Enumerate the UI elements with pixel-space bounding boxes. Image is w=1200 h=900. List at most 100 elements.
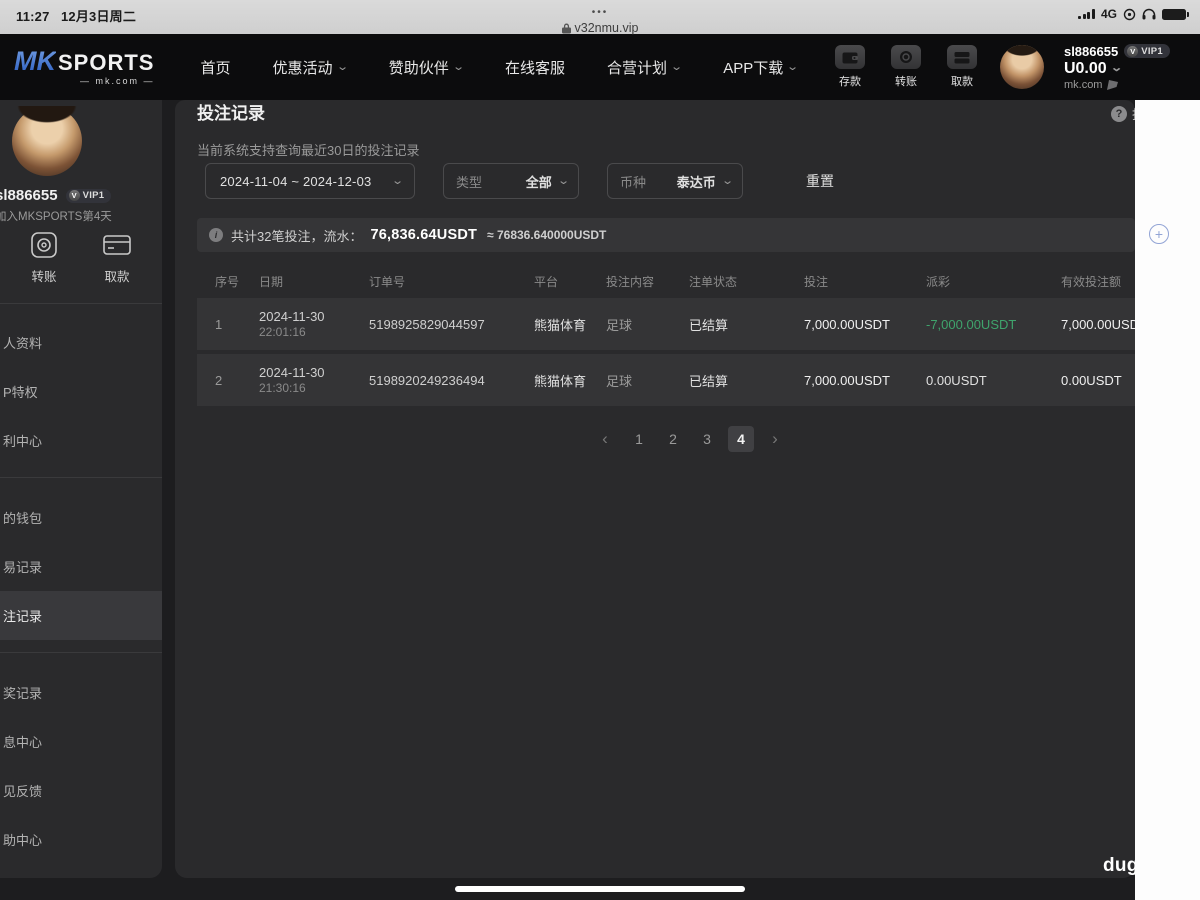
account-sidebar: sl886655 V VIP1 加入MKSPORTS第4天 转账 取款 人资料 … bbox=[0, 100, 162, 878]
next-page-icon[interactable]: › bbox=[762, 426, 788, 452]
vip-v-icon: V bbox=[68, 190, 80, 201]
transfer-button[interactable]: 转账 bbox=[888, 45, 924, 89]
add-circle-icon[interactable]: + bbox=[1149, 224, 1169, 244]
nav-app-download[interactable]: APP下载 ⌄ bbox=[723, 57, 799, 78]
date-cell: 2024-11-30 21:30:16 bbox=[259, 365, 325, 395]
sidebar-item-feedback[interactable]: 见反馈 bbox=[0, 766, 162, 815]
table-row[interactable]: 1 2024-11-30 22:01:16 5198925829044597 熊… bbox=[197, 298, 1135, 350]
bet-content-cell: 足球 bbox=[606, 317, 633, 333]
watermark-text: dug bbox=[1103, 855, 1139, 876]
ios-status-bar: 11:27 12月3日周二 ••• v32nmu.vip 4G bbox=[0, 0, 1200, 35]
main-nav: 首页 优惠活动 ⌄ 赞助伙伴 ⌄ 在线客服 合营计划 ⌄ APP下载 ⌄ bbox=[200, 57, 799, 78]
chevron-down-icon: ⌄ bbox=[390, 174, 404, 187]
balance-dropdown[interactable]: U0.00 ⌄ bbox=[1064, 60, 1170, 78]
address-bar[interactable]: v32nmu.vip bbox=[0, 21, 1200, 35]
sidebar-vip-badge[interactable]: V VIP1 bbox=[65, 188, 112, 203]
sidebar-menu: 人资料 P特权 利中心 的钱包 易记录 注记录 奖记录 息中心 见反馈 助中心 bbox=[0, 318, 162, 864]
network-label: 4G bbox=[1100, 7, 1117, 21]
payout-cell: 0.00USDT bbox=[926, 372, 987, 388]
currency-select[interactable]: 币种 泰达币 ⌄ bbox=[607, 163, 743, 199]
joined-days-label: 加入MKSPORTS第4天 bbox=[0, 211, 112, 223]
site-logo[interactable]: MK SPORTS — mk.com — bbox=[14, 48, 154, 86]
question-icon: ? bbox=[1111, 105, 1127, 122]
table-row[interactable]: 2 2024-11-30 21:30:16 5198920249236494 熊… bbox=[197, 354, 1135, 406]
info-icon: i bbox=[209, 228, 223, 242]
signal-icon bbox=[1078, 9, 1095, 19]
sidebar-item-wallet[interactable]: 的钱包 bbox=[0, 493, 162, 542]
page-title: 投注记录 bbox=[197, 104, 265, 123]
sidebar-withdraw-button[interactable]: 取款 bbox=[103, 232, 131, 285]
valid-bet-cell: 7,000.00USDT bbox=[1061, 316, 1135, 332]
browser-white-margin: + bbox=[1135, 100, 1200, 900]
sidebar-transfer-button[interactable]: 转账 bbox=[31, 232, 57, 285]
summary-bar: i 共计32笔投注，流水： 76,836.64USDT ≈ 76836.6400… bbox=[197, 218, 1135, 252]
nav-home[interactable]: 首页 bbox=[200, 57, 230, 78]
reset-button[interactable]: 重置 bbox=[806, 171, 834, 191]
url-text: v32nmu.vip bbox=[574, 21, 639, 35]
site-domain-label: mk.com bbox=[1063, 78, 1103, 91]
sidebar-username: sl886655 bbox=[0, 187, 58, 204]
order-no-cell: 5198925829044597 bbox=[369, 316, 485, 332]
username: sl886655 bbox=[1063, 43, 1119, 59]
page-button[interactable]: 3 bbox=[694, 426, 720, 452]
nav-promotions[interactable]: 优惠活动 ⌄ bbox=[272, 57, 349, 78]
type-select[interactable]: 类型 全部 ⌄ bbox=[443, 163, 579, 199]
query-range-note: 当前系统支持查询最近30日的投注记录 bbox=[197, 143, 420, 158]
valid-bet-cell: 0.00USDT bbox=[1061, 372, 1122, 388]
bet-content-cell: 足球 bbox=[606, 373, 633, 389]
headphones-icon bbox=[1142, 8, 1156, 20]
sidebar-item-profile[interactable]: 人资料 bbox=[0, 318, 162, 367]
sidebar-avatar[interactable] bbox=[12, 106, 82, 176]
flag-icon bbox=[1107, 79, 1119, 90]
summary-amount: 76,836.64USDT bbox=[370, 227, 478, 243]
sidebar-item-help-center[interactable]: 助中心 bbox=[0, 815, 162, 864]
bet-amount-cell: 7,000.00USDT bbox=[804, 316, 890, 332]
filter-row: 2024-11-04 ~ 2024-12-03 ⌄ 类型 全部 ⌄ 币种 泰达币… bbox=[205, 163, 834, 199]
prev-page-icon[interactable]: ‹ bbox=[592, 426, 618, 452]
logo-mk: MK bbox=[14, 46, 56, 76]
user-info: sl886655 V VIP1 U0.00 ⌄ mk.com bbox=[1064, 44, 1170, 91]
chevron-down-icon: ⌄ bbox=[451, 60, 465, 73]
help-button[interactable]: ? 投 bbox=[1111, 104, 1135, 123]
deposit-button[interactable]: 存款 bbox=[832, 45, 868, 89]
date-range-picker[interactable]: 2024-11-04 ~ 2024-12-03 ⌄ bbox=[205, 163, 415, 199]
page-button[interactable]: 1 bbox=[626, 426, 652, 452]
screen: 11:27 12月3日周二 ••• v32nmu.vip 4G MK SPORT… bbox=[0, 0, 1200, 900]
summary-prefix: 共计32笔投注，流水： bbox=[231, 228, 363, 244]
site-header: MK SPORTS — mk.com — 首页 优惠活动 ⌄ 赞助伙伴 ⌄ 在线… bbox=[0, 34, 1200, 100]
sidebar-item-benefits-center[interactable]: 利中心 bbox=[0, 416, 162, 465]
order-no-cell: 5198920249236494 bbox=[369, 372, 485, 388]
bet-amount-cell: 7,000.00USDT bbox=[804, 372, 890, 388]
chevron-down-icon: ⌄ bbox=[335, 60, 349, 73]
nav-affiliate[interactable]: 合营计划 ⌄ bbox=[607, 57, 684, 78]
status-cell: 已结算 bbox=[689, 373, 729, 389]
wallet-icon bbox=[834, 45, 865, 69]
rotation-lock-icon bbox=[1123, 8, 1136, 20]
sidebar-item-transaction-records[interactable]: 易记录 bbox=[0, 542, 162, 591]
bank-card-icon bbox=[946, 45, 977, 69]
divider bbox=[0, 477, 162, 478]
page-button[interactable]: 2 bbox=[660, 426, 686, 452]
chevron-down-icon: ⌄ bbox=[670, 60, 684, 73]
tab-overview-icon[interactable]: ••• bbox=[592, 8, 609, 18]
sidebar-item-winning-records[interactable]: 奖记录 bbox=[0, 668, 162, 717]
date-cell: 2024-11-30 22:01:16 bbox=[259, 309, 325, 339]
chevron-down-icon: ⌄ bbox=[1109, 62, 1123, 74]
withdraw-button[interactable]: 取款 bbox=[944, 45, 980, 89]
nav-live-support[interactable]: 在线客服 bbox=[505, 57, 565, 78]
lock-icon bbox=[561, 23, 571, 33]
sidebar-item-bet-records[interactable]: 注记录 bbox=[0, 591, 162, 640]
coin-icon bbox=[890, 45, 921, 69]
home-indicator[interactable] bbox=[455, 886, 745, 892]
user-avatar[interactable] bbox=[999, 45, 1044, 89]
divider bbox=[0, 303, 162, 304]
payout-cell: -7,000.00USDT bbox=[926, 316, 1017, 332]
nav-sponsors[interactable]: 赞助伙伴 ⌄ bbox=[389, 57, 465, 78]
vip-v-icon: V bbox=[1127, 45, 1139, 57]
vip-badge[interactable]: V VIP1 bbox=[1124, 44, 1170, 58]
sidebar-item-message-center[interactable]: 息中心 bbox=[0, 717, 162, 766]
card-outline-icon bbox=[103, 235, 131, 255]
sidebar-item-vip-privileges[interactable]: P特权 bbox=[0, 367, 162, 416]
page-button[interactable]: 4 bbox=[728, 426, 754, 452]
table-header: 序号 日期 订单号 平台 投注内容 注单状态 投注 派彩 有效投注额 bbox=[215, 275, 1122, 289]
